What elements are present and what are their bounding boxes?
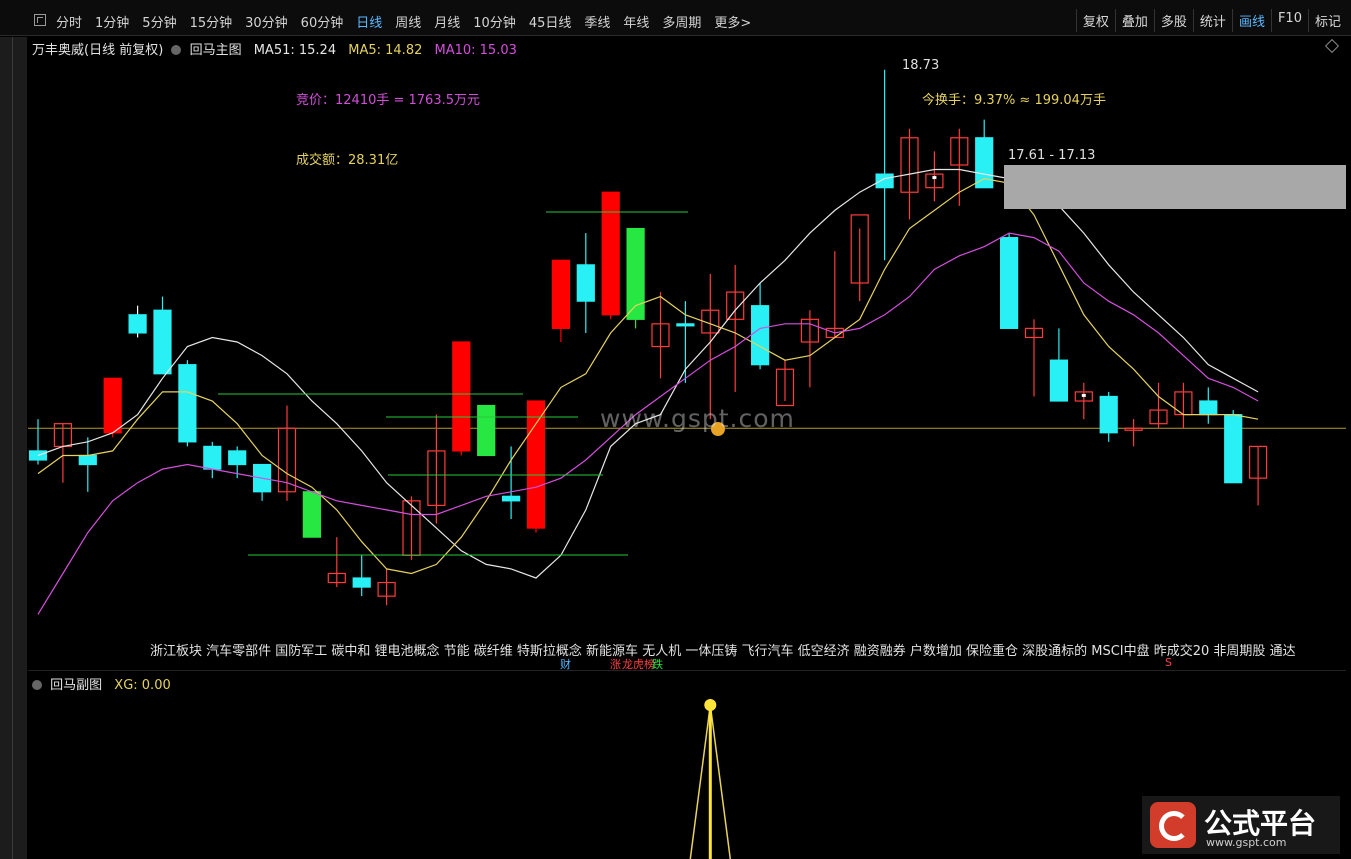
mark-button[interactable]: 标记 bbox=[1307, 9, 1347, 32]
candle-body bbox=[178, 364, 197, 443]
candle-mark bbox=[1081, 393, 1086, 397]
watermark: www.gspt.com bbox=[600, 404, 795, 433]
tab-period[interactable]: 月线 bbox=[434, 12, 460, 31]
tab-period-active[interactable]: 日线 bbox=[356, 12, 382, 31]
tab-period[interactable]: 季线 bbox=[584, 12, 610, 31]
tab-period[interactable]: 周线 bbox=[395, 12, 421, 31]
tab-period[interactable]: 分时 bbox=[56, 12, 82, 31]
candle-body bbox=[526, 400, 546, 529]
restore-rights-button[interactable]: 复权 bbox=[1075, 9, 1115, 32]
ma51-line bbox=[37, 168, 1259, 579]
amount-label: 成交额：28.31亿 bbox=[296, 153, 399, 168]
candle-body bbox=[676, 323, 695, 327]
pane-divider[interactable] bbox=[28, 670, 1346, 671]
candle-body bbox=[1199, 400, 1218, 416]
multi-stock-button[interactable]: 多股 bbox=[1153, 9, 1193, 32]
candle-mark bbox=[932, 176, 937, 180]
bid-label: 竞价：12410手 = 1763.5万元 bbox=[296, 93, 480, 108]
candle-body bbox=[78, 454, 97, 466]
candle-body bbox=[750, 305, 770, 366]
candle-body bbox=[551, 259, 571, 329]
more-periods-button[interactable]: 更多> bbox=[714, 12, 751, 31]
logo: 公式平台 www.gspt.com bbox=[1142, 796, 1340, 854]
logo-mark-icon bbox=[1150, 802, 1196, 848]
candle-body bbox=[302, 491, 321, 538]
tab-period[interactable]: 15分钟 bbox=[190, 12, 233, 31]
candle-body bbox=[502, 495, 521, 502]
tab-period[interactable]: 30分钟 bbox=[245, 12, 288, 31]
candlestick-chart[interactable] bbox=[28, 37, 1346, 657]
tab-period[interactable]: 10分钟 bbox=[473, 12, 516, 31]
candle-body bbox=[352, 577, 371, 588]
candle-body bbox=[228, 450, 247, 466]
candle-body bbox=[999, 237, 1019, 329]
turnover-label: 今换手：9.37% ≈ 199.04万手 bbox=[922, 93, 1106, 108]
logo-url: www.gspt.com bbox=[1206, 836, 1287, 849]
statistics-button[interactable]: 统计 bbox=[1192, 9, 1232, 32]
f10-button[interactable]: F10 bbox=[1270, 9, 1308, 32]
candle-body bbox=[1049, 359, 1069, 402]
tab-period[interactable]: 5分钟 bbox=[142, 12, 176, 31]
overlay-button[interactable]: 叠加 bbox=[1114, 9, 1154, 32]
candle-body bbox=[128, 314, 147, 334]
high-price-label: 18.73 bbox=[902, 58, 940, 73]
window-icon[interactable] bbox=[34, 14, 46, 26]
range-label: 17.61 - 17.13 bbox=[1008, 148, 1096, 163]
candle-body bbox=[601, 191, 620, 316]
candle-body bbox=[576, 264, 595, 302]
candle-body bbox=[153, 309, 172, 375]
tab-period[interactable]: 45日线 bbox=[529, 12, 572, 31]
top-toolbar: 分时 1分钟 5分钟 15分钟 30分钟 60分钟 日线 周线 月线 10分钟 … bbox=[0, 0, 1351, 36]
xg-peak-dot bbox=[704, 699, 717, 711]
candle-body bbox=[477, 404, 496, 457]
right-tools: 复权 叠加 多股 统计 画线 F10 标记 bbox=[1075, 9, 1347, 32]
candle-body bbox=[875, 173, 894, 189]
gray-overlay-box bbox=[1004, 165, 1346, 209]
left-sidebar bbox=[0, 37, 27, 859]
candle-body bbox=[452, 341, 471, 452]
candle-body bbox=[1099, 395, 1118, 434]
signal-s: S bbox=[1165, 656, 1172, 669]
dropdown-icon[interactable] bbox=[32, 680, 42, 690]
candle-body bbox=[103, 377, 122, 434]
draw-line-button[interactable]: 画线 bbox=[1231, 9, 1271, 32]
candle-body bbox=[1224, 414, 1243, 484]
tab-period[interactable]: 60分钟 bbox=[301, 12, 344, 31]
tab-period[interactable]: 多周期 bbox=[662, 12, 701, 31]
tab-period[interactable]: 1分钟 bbox=[95, 12, 129, 31]
candle-body bbox=[203, 445, 222, 470]
tab-period[interactable]: 年线 bbox=[623, 12, 649, 31]
ma5-line bbox=[37, 177, 1259, 575]
period-tabs: 分时 1分钟 5分钟 15分钟 30分钟 60分钟 日线 周线 月线 10分钟 … bbox=[56, 12, 751, 31]
